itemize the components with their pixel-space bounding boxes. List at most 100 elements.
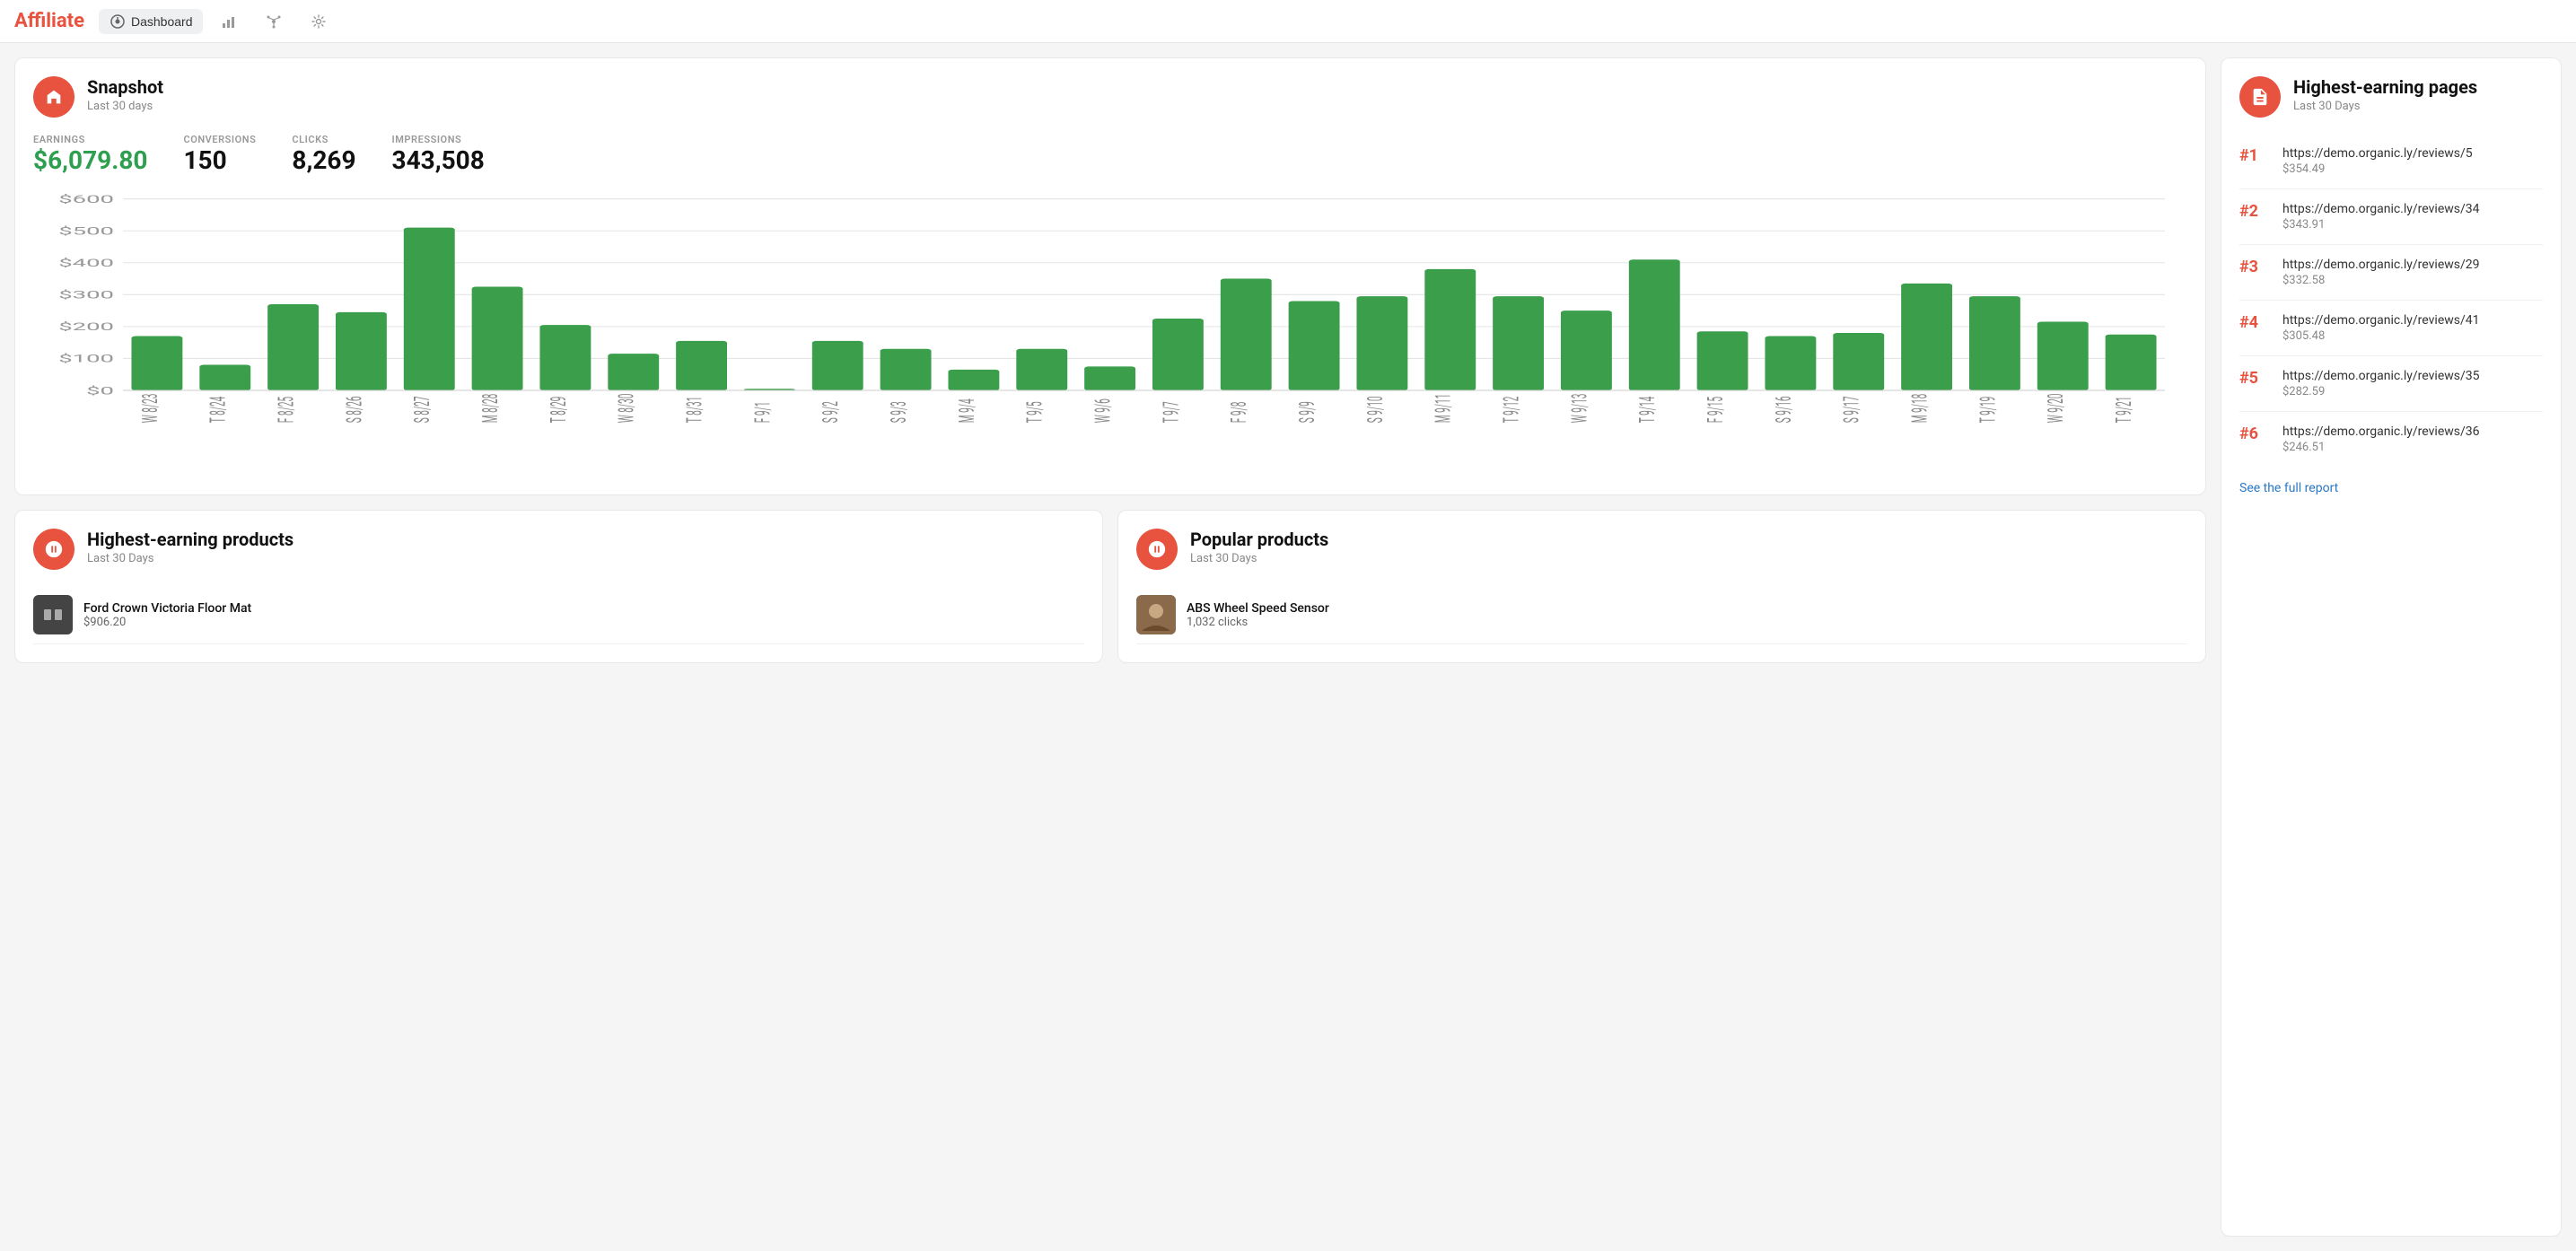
left-column: Snapshot Last 30 days EARNINGS $6,079.80… — [14, 57, 2206, 1237]
svg-text:T 8/24: T 8/24 — [206, 397, 231, 424]
page-url: https://demo.organic.ly/reviews/5 — [2282, 146, 2473, 161]
svg-text:S 9/16: S 9/16 — [1772, 396, 1796, 423]
dashboard-nav-button[interactable]: Dashboard — [99, 9, 204, 34]
popular-product-name: ABS Wheel Speed Sensor — [1187, 601, 1329, 616]
conversions-stat: CONVERSIONS 150 — [183, 134, 256, 175]
page-url: https://demo.organic.ly/reviews/41 — [2282, 313, 2480, 328]
dashboard-label: Dashboard — [131, 14, 193, 29]
svg-text:F 9/8: F 9/8 — [1227, 402, 1251, 424]
settings-nav-button[interactable] — [300, 9, 337, 34]
snapshot-title: Snapshot — [87, 76, 163, 98]
page-info: https://demo.organic.ly/reviews/5 $354.4… — [2282, 146, 2473, 176]
svg-text:S 8/27: S 8/27 — [410, 396, 434, 423]
snapshot-icon — [33, 76, 74, 118]
highest-earning-pages-card: Highest-earning pages Last 30 Days #1 ht… — [2221, 57, 2562, 1237]
svg-text:S 8/26: S 8/26 — [343, 396, 367, 423]
earnings-chart: $0$100$200$300$400$500$600W 8/23T 8/24F … — [33, 189, 2187, 477]
main-content: Snapshot Last 30 days EARNINGS $6,079.80… — [0, 43, 2576, 1251]
svg-text:M 9/18: M 9/18 — [1908, 394, 1932, 424]
svg-text:F 9/15: F 9/15 — [1704, 397, 1728, 423]
pages-subtitle: Last 30 Days — [2293, 100, 2477, 113]
svg-text:S 9/10: S 9/10 — [1363, 396, 1388, 423]
svg-text:T 9/12: T 9/12 — [1500, 397, 1524, 424]
settings-icon — [311, 13, 327, 30]
page-list-item: #5 https://demo.organic.ly/reviews/35 $2… — [2239, 356, 2543, 412]
popular-product-item: ABS Wheel Speed Sensor 1,032 clicks — [1136, 586, 2187, 644]
svg-text:M 9/11: M 9/11 — [1432, 394, 1456, 424]
page-earning: $246.51 — [2282, 441, 2480, 454]
impressions-label: IMPRESSIONS — [392, 134, 485, 145]
page-url: https://demo.organic.ly/reviews/34 — [2282, 202, 2480, 216]
popular-subtitle: Last 30 Days — [1190, 552, 1328, 565]
popular-product-clicks: 1,032 clicks — [1187, 616, 1329, 629]
popular-product-info: ABS Wheel Speed Sensor 1,032 clicks — [1187, 601, 1329, 629]
svg-text:W 9/13: W 9/13 — [1568, 394, 1592, 424]
svg-text:T 9/19: T 9/19 — [1976, 397, 2001, 424]
stats-row: EARNINGS $6,079.80 CONVERSIONS 150 CLICK… — [33, 134, 2187, 175]
popular-products-card: Popular products Last 30 Days ABS Wheel … — [1117, 510, 2206, 663]
svg-text:T 9/21: T 9/21 — [2112, 397, 2136, 424]
svg-text:W 8/23: W 8/23 — [138, 394, 162, 424]
see-full-report-link[interactable]: See the full report — [2239, 481, 2338, 495]
page-rank: #4 — [2239, 313, 2268, 332]
page-list-item: #3 https://demo.organic.ly/reviews/29 $3… — [2239, 245, 2543, 301]
product-thumbnail — [33, 595, 73, 634]
earnings-stat: EARNINGS $6,079.80 — [33, 134, 147, 175]
svg-text:$100: $100 — [58, 353, 114, 365]
pages-title: Highest-earning pages — [2293, 76, 2477, 98]
popular-product-thumbnail — [1136, 595, 1176, 634]
page-info: https://demo.organic.ly/reviews/34 $343.… — [2282, 202, 2480, 232]
bar-chart-icon — [221, 13, 237, 30]
svg-text:S 9/2: S 9/2 — [819, 401, 843, 423]
product-name: Ford Crown Victoria Floor Mat — [83, 601, 251, 616]
network-nav-button[interactable] — [255, 9, 293, 34]
clicks-value: 8,269 — [292, 145, 355, 175]
snapshot-header: Snapshot Last 30 days — [33, 76, 2187, 118]
page-url: https://demo.organic.ly/reviews/29 — [2282, 258, 2480, 272]
snapshot-subtitle: Last 30 days — [87, 100, 163, 113]
page-rank: #2 — [2239, 202, 2268, 221]
page-rank: #3 — [2239, 258, 2268, 276]
page-list-item: #2 https://demo.organic.ly/reviews/34 $3… — [2239, 189, 2543, 245]
network-icon — [266, 13, 282, 30]
svg-text:F 8/25: F 8/25 — [275, 397, 299, 423]
top-navigation: Affiliate Dashboard — [0, 0, 2576, 43]
products-subtitle: Last 30 Days — [87, 552, 294, 565]
page-url: https://demo.organic.ly/reviews/35 — [2282, 369, 2480, 383]
clicks-label: CLICKS — [292, 134, 355, 145]
svg-text:T 9/14: T 9/14 — [1635, 397, 1660, 424]
svg-text:T 8/29: T 8/29 — [547, 397, 571, 424]
product-item: Ford Crown Victoria Floor Mat $906.20 — [33, 586, 1084, 644]
svg-text:S 9/17: S 9/17 — [1840, 396, 1864, 423]
products-title: Highest-earning products — [87, 529, 294, 550]
svg-text:F 9/1: F 9/1 — [751, 402, 775, 424]
impressions-value: 343,508 — [392, 145, 485, 175]
products-icon — [33, 529, 74, 570]
clicks-stat: CLICKS 8,269 — [292, 134, 355, 175]
svg-text:S 9/9: S 9/9 — [1295, 401, 1319, 423]
bottom-row: Highest-earning products Last 30 Days Fo… — [14, 510, 2206, 663]
dashboard-icon — [110, 13, 126, 30]
pages-icon — [2239, 76, 2281, 118]
popular-title: Popular products — [1190, 529, 1328, 550]
popular-icon — [1136, 529, 1178, 570]
product-info: Ford Crown Victoria Floor Mat $906.20 — [83, 601, 251, 629]
svg-text:T 9/5: T 9/5 — [1023, 401, 1047, 423]
snapshot-card: Snapshot Last 30 days EARNINGS $6,079.80… — [14, 57, 2206, 495]
page-rank: #6 — [2239, 424, 2268, 443]
page-earning: $332.58 — [2282, 274, 2480, 287]
page-earning: $305.48 — [2282, 329, 2480, 343]
conversions-value: 150 — [183, 145, 256, 175]
svg-text:M 8/28: M 8/28 — [478, 394, 503, 424]
svg-text:W 8/30: W 8/30 — [615, 394, 639, 424]
page-info: https://demo.organic.ly/reviews/36 $246.… — [2282, 424, 2480, 454]
page-list-item: #1 https://demo.organic.ly/reviews/5 $35… — [2239, 134, 2543, 189]
page-earning: $354.49 — [2282, 162, 2473, 176]
page-info: https://demo.organic.ly/reviews/35 $282.… — [2282, 369, 2480, 398]
earnings-value: $6,079.80 — [33, 145, 147, 175]
products-header: Highest-earning products Last 30 Days — [33, 529, 1084, 570]
page-rank: #5 — [2239, 369, 2268, 388]
svg-text:M 9/4: M 9/4 — [955, 398, 979, 423]
analytics-nav-button[interactable] — [210, 9, 248, 34]
page-info: https://demo.organic.ly/reviews/41 $305.… — [2282, 313, 2480, 343]
